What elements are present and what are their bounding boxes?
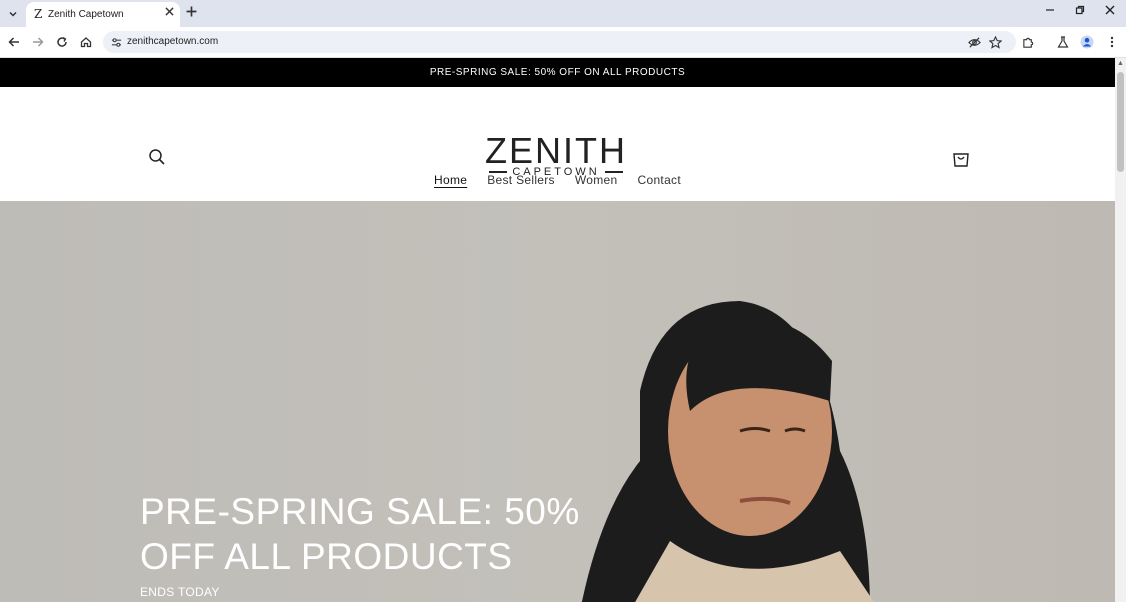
hero-subheading: ENDS TODAY <box>140 585 220 599</box>
announcement-text: PRE-SPRING SALE: 50% OFF ON ALL PRODUCTS <box>429 67 686 78</box>
page-scrollbar[interactable]: ▲ <box>1115 58 1126 602</box>
minimize-button[interactable] <box>1040 4 1060 18</box>
url-text[interactable]: zenithcapetown.com <box>127 36 218 47</box>
nav-item-best-sellers[interactable]: Best Sellers <box>486 171 556 189</box>
close-window-button[interactable] <box>1100 4 1120 18</box>
hero-model-photo <box>581 301 874 602</box>
nav-item-contact[interactable]: Contact <box>637 171 682 189</box>
extensions-button[interactable] <box>1020 34 1036 50</box>
plus-icon <box>186 6 197 17</box>
browser-tabstrip: Z Zenith Capetown <box>0 0 1126 27</box>
tune-icon <box>111 37 121 47</box>
labs-button[interactable] <box>1055 34 1071 50</box>
profile-button[interactable] <box>1079 34 1095 50</box>
flask-icon <box>1057 36 1069 48</box>
hero-banner: PRE-SPRING SALE: 50% OFF ALL PRODUCTS EN… <box>0 201 1115 602</box>
tab-favicon: Z <box>34 7 43 21</box>
star-icon <box>988 35 1002 49</box>
browser-menu-button[interactable] <box>1104 34 1120 50</box>
site-info-button[interactable] <box>109 35 123 49</box>
close-icon <box>165 7 174 16</box>
main-navigation: Home Best Sellers Women Contact <box>0 171 1115 189</box>
store-header: ZENITH CAPETOWN Home Best Sellers Women … <box>0 87 1115 201</box>
nav-item-women[interactable]: Women <box>574 171 619 189</box>
tab-search-button[interactable] <box>4 5 22 23</box>
avatar-icon <box>1080 35 1094 49</box>
tracking-protection-button[interactable] <box>967 35 981 49</box>
eye-off-icon <box>967 36 981 48</box>
scrollbar-thumb[interactable] <box>1117 72 1124 172</box>
minimize-icon <box>1046 9 1054 11</box>
restore-button[interactable] <box>1070 4 1090 18</box>
logo-wordmark: ZENITH <box>485 130 627 171</box>
nav-item-home[interactable]: Home <box>433 171 468 189</box>
browser-tab-active[interactable]: Z Zenith Capetown <box>26 2 180 27</box>
tab-title: Zenith Capetown <box>48 9 124 20</box>
kebab-menu-icon <box>1110 36 1114 48</box>
forward-arrow-icon <box>33 37 44 47</box>
address-bar[interactable]: zenithcapetown.com <box>103 31 1016 53</box>
bookmark-button[interactable] <box>988 35 1002 49</box>
page-viewport: PRE-SPRING SALE: 50% OFF ON ALL PRODUCTS… <box>0 58 1115 602</box>
scroll-up-arrow-icon[interactable]: ▲ <box>1117 60 1124 67</box>
announcement-bar: PRE-SPRING SALE: 50% OFF ON ALL PRODUCTS <box>0 58 1115 87</box>
reload-icon <box>57 36 67 47</box>
puzzle-icon <box>1022 37 1033 48</box>
restore-icon <box>1075 5 1085 15</box>
new-tab-button[interactable] <box>186 4 197 21</box>
home-icon <box>80 37 92 48</box>
browser-toolbar: zenithcapetown.com <box>0 27 1126 58</box>
close-icon <box>1105 5 1115 15</box>
forward-button[interactable] <box>30 34 46 50</box>
chevron-down-icon <box>9 11 17 17</box>
search-icon <box>149 149 165 165</box>
home-button[interactable] <box>78 34 94 50</box>
reload-button[interactable] <box>54 34 70 50</box>
back-arrow-icon <box>8 37 19 47</box>
cart-button[interactable] <box>950 147 972 169</box>
back-button[interactable] <box>6 34 22 50</box>
hero-headline: PRE-SPRING SALE: 50% OFF ALL PRODUCTS <box>140 491 580 577</box>
tab-close-button[interactable] <box>165 7 174 19</box>
shopping-bag-icon <box>953 153 969 167</box>
search-button[interactable] <box>147 147 167 167</box>
